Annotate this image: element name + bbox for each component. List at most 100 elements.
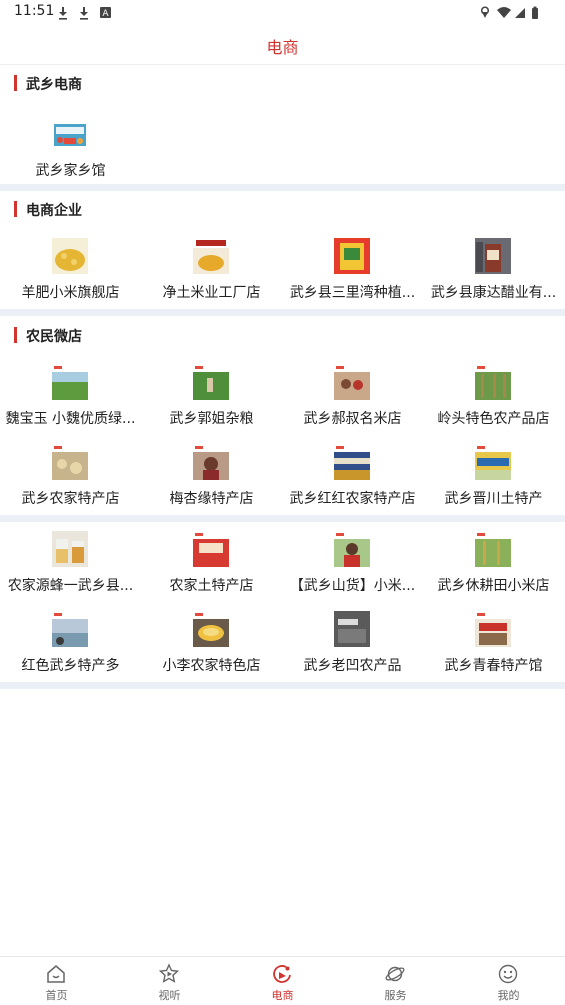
shop-name: 红色武乡特产多	[21, 658, 120, 674]
section-ecommerce-enterprises: 电商企业 羊肥小米旗舰店 净土米业工厂店 武乡县三里湾种植... 武乡县康达醋业…	[0, 200, 565, 309]
shop-thumbnail	[475, 364, 511, 400]
shop-item[interactable]: 武乡家乡馆	[0, 116, 141, 186]
shop-item[interactable]: 武乡老凹农产品	[282, 611, 423, 681]
shop-item[interactable]: 武乡红红农家特产店	[282, 444, 423, 514]
section-marker	[14, 75, 17, 91]
tab-home[interactable]: 首页	[0, 957, 113, 1005]
shop-thumbnail	[52, 444, 88, 480]
shop-thumbnail	[475, 611, 511, 647]
home-icon	[47, 965, 65, 983]
shop-thumbnail	[475, 531, 511, 567]
planet-icon	[385, 966, 405, 982]
wifi-icon	[497, 7, 511, 18]
tab-services[interactable]: 服务	[339, 957, 452, 1005]
section-divider	[0, 682, 565, 689]
section-divider	[0, 309, 565, 316]
bottom-tab-bar: 首页 视听 电商 服务 我的	[0, 956, 565, 1005]
shop-name: 岭头特色农产品店	[437, 411, 550, 427]
shop-item[interactable]: 红色武乡特产多	[0, 611, 141, 681]
shop-thumbnail	[52, 611, 88, 647]
shop-item[interactable]: 武乡郝叔名米店	[282, 364, 423, 434]
shop-item[interactable]: 武乡晋川土特产	[423, 444, 564, 514]
shop-thumbnail	[475, 444, 511, 480]
smiley-icon	[498, 964, 518, 984]
shop-item[interactable]: 武乡农家特产店	[0, 444, 141, 514]
shop-thumbnail	[334, 444, 370, 480]
shop-thumbnail	[52, 531, 88, 567]
shop-item[interactable]: 武乡青春特产馆	[423, 611, 564, 681]
shop-name: 小李农家特色店	[162, 658, 261, 674]
shop-thumbnail	[52, 116, 88, 152]
section-wuxiang-ecommerce: 武乡电商 武乡家乡馆	[0, 74, 565, 184]
battery-icon	[532, 6, 538, 19]
shop-name: 武乡县康达醋业有...	[430, 285, 557, 301]
shop-name: 武乡县三里湾种植...	[289, 285, 416, 301]
section-divider	[0, 515, 565, 522]
tab-label: 我的	[497, 989, 520, 1002]
shop-name: 武乡郭姐杂粮	[169, 411, 254, 427]
section-marker	[14, 327, 17, 343]
tab-label: 服务	[384, 989, 407, 1002]
section-farmer-microshops: 农民微店 魏宝玉 小魏优质绿... 武乡郭姐杂粮 武乡郝叔名米店 岭头特色农产品…	[0, 326, 565, 515]
font-icon: A	[100, 7, 111, 19]
shop-thumbnail	[52, 364, 88, 400]
shop-item[interactable]: 【武乡山货】小米...	[282, 531, 423, 601]
page-title: 电商	[266, 38, 299, 57]
play-icon	[158, 963, 180, 983]
shop-thumbnail	[193, 444, 229, 480]
shop-name: 武乡青春特产馆	[444, 658, 543, 674]
shop-item[interactable]: 小李农家特色店	[141, 611, 282, 681]
shop-item[interactable]: 武乡县三里湾种植...	[282, 238, 423, 308]
status-time: 11:51	[14, 3, 55, 19]
tab-label: 电商	[271, 989, 294, 1002]
shop-thumbnail	[193, 364, 229, 400]
shop-icon	[273, 965, 291, 983]
shop-name: 武乡红红农家特产店	[289, 491, 416, 507]
tab-audio-video[interactable]: 视听	[113, 957, 226, 1005]
shop-name: 羊肥小米旗舰店	[21, 285, 120, 301]
download-icon	[59, 7, 67, 20]
shop-name: 净土米业工厂店	[162, 285, 261, 301]
shop-thumbnail	[334, 611, 370, 647]
shop-name: 武乡家乡馆	[35, 163, 106, 179]
shop-name: 武乡郝叔名米店	[303, 411, 402, 427]
section-more-shops: 农家源蜂一武乡县... 农家土特产店 【武乡山货】小米... 武乡休耕田小米店 …	[0, 522, 565, 682]
shop-name: 梅杏缘特产店	[169, 491, 254, 507]
shop-name: 武乡休耕田小米店	[437, 578, 550, 594]
signal-icon	[515, 8, 525, 18]
svg-text:A: A	[102, 9, 109, 19]
shop-name: 魏宝玉 小魏优质绿...	[5, 411, 136, 427]
section-marker	[14, 201, 17, 217]
shop-thumbnail	[193, 238, 229, 274]
shop-thumbnail	[193, 611, 229, 647]
tab-mine[interactable]: 我的	[452, 957, 565, 1005]
shop-item[interactable]: 梅杏缘特产店	[141, 444, 282, 514]
shop-name: 农家土特产店	[169, 578, 254, 594]
shop-item[interactable]: 羊肥小米旗舰店	[0, 238, 141, 308]
status-bar: 11:51 A	[0, 0, 565, 24]
shop-item[interactable]: 武乡县康达醋业有...	[423, 238, 564, 308]
shop-name: 武乡老凹农产品	[303, 658, 402, 674]
tab-label: 视听	[158, 989, 181, 1002]
section-title: 电商企业	[26, 203, 82, 219]
section-divider	[0, 184, 565, 191]
status-left-icons: A	[58, 5, 114, 24]
tab-label: 首页	[45, 989, 68, 1002]
shop-item[interactable]: 农家土特产店	[141, 531, 282, 601]
title-bar: 电商	[0, 24, 565, 65]
shop-item[interactable]: 武乡郭姐杂粮	[141, 364, 282, 434]
tab-ecommerce[interactable]: 电商	[226, 957, 339, 1005]
shop-name: 【武乡山货】小米...	[289, 578, 416, 594]
shop-thumbnail	[475, 238, 511, 274]
shop-thumbnail	[193, 531, 229, 567]
location-icon	[480, 6, 490, 18]
shop-thumbnail	[334, 531, 370, 567]
section-title: 武乡电商	[26, 77, 82, 93]
shop-item[interactable]: 农家源蜂一武乡县...	[0, 531, 141, 601]
shop-item[interactable]: 魏宝玉 小魏优质绿...	[0, 364, 141, 434]
shop-item[interactable]: 武乡休耕田小米店	[423, 531, 564, 601]
shop-name: 武乡农家特产店	[21, 491, 120, 507]
shop-item[interactable]: 净土米业工厂店	[141, 238, 282, 308]
shop-item[interactable]: 岭头特色农产品店	[423, 364, 564, 434]
shop-thumbnail	[334, 238, 370, 274]
